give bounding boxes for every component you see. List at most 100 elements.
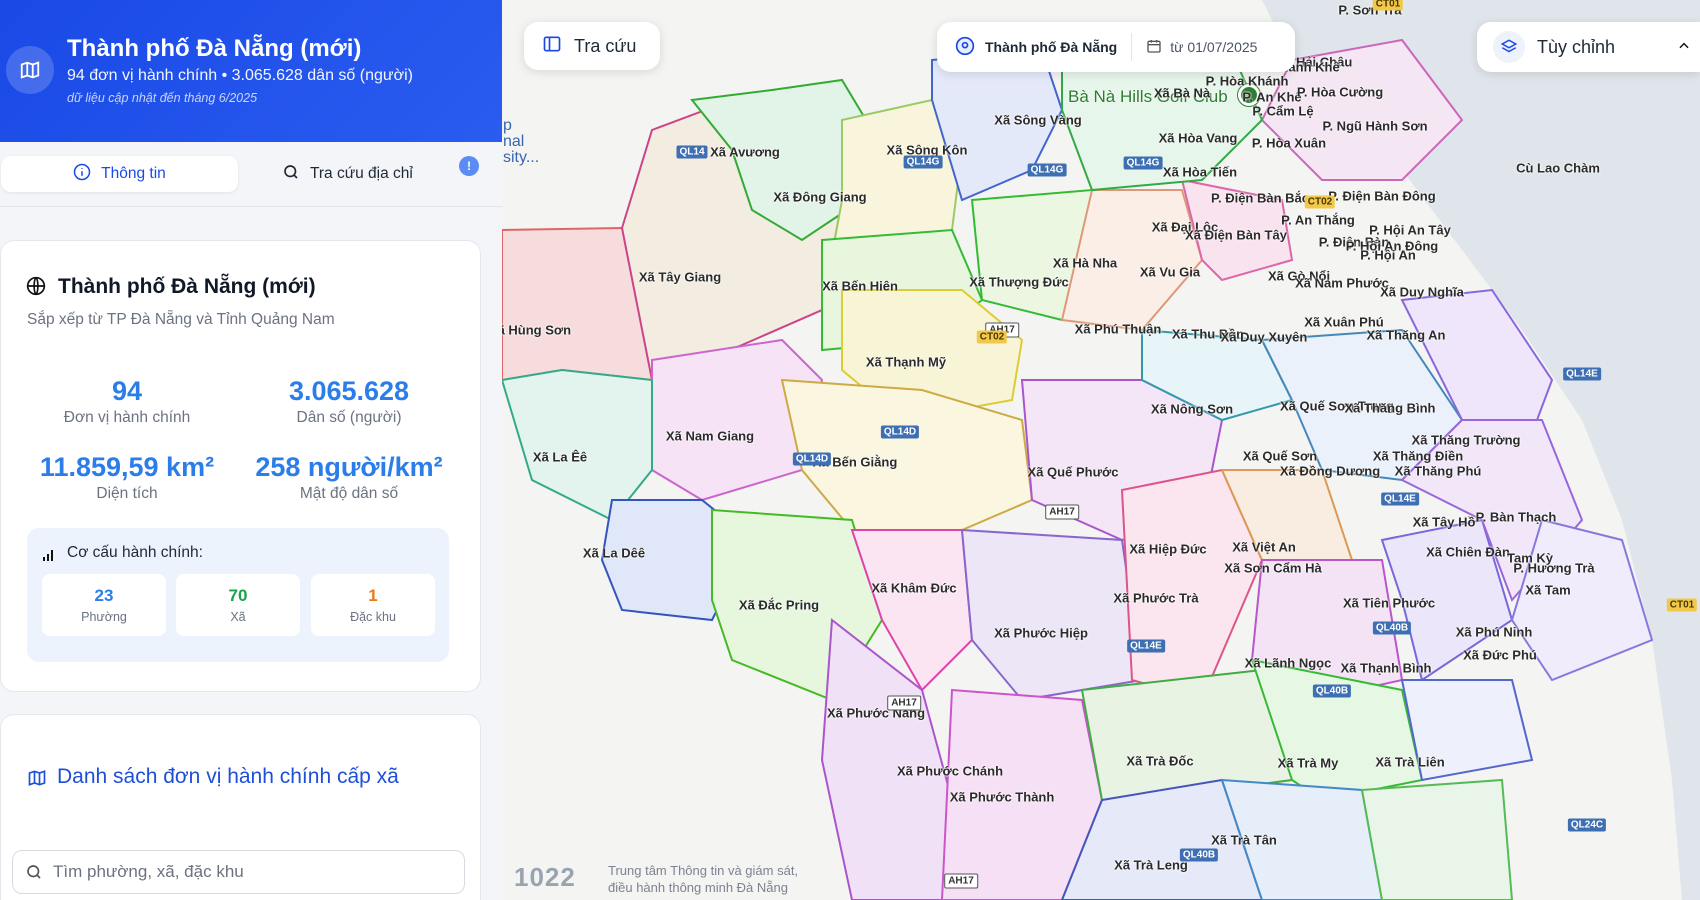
- commune-label[interactable]: Xã Việt An: [1232, 540, 1296, 555]
- chevron-up-icon[interactable]: [1677, 37, 1691, 58]
- commune-label[interactable]: Xã Avương: [710, 145, 780, 160]
- road-marker: CT02: [976, 330, 1008, 344]
- commune-label[interactable]: Xã Tiên Phước: [1343, 596, 1435, 611]
- structure-label: Phường: [81, 610, 127, 624]
- road-marker: QL14D: [880, 425, 920, 439]
- commune-label[interactable]: Xã Thạnh Bình: [1341, 661, 1432, 676]
- commune-label[interactable]: Xã Thăng Phú: [1395, 464, 1482, 479]
- commune-label[interactable]: P. Bàn Thạch: [1476, 510, 1557, 525]
- commune-label[interactable]: Xã Lãnh Ngọc: [1245, 656, 1332, 671]
- lookup-toggle-button[interactable]: Tra cứu: [524, 22, 660, 70]
- map-edge-text: p nal sity...: [503, 118, 539, 166]
- date-label[interactable]: từ 01/07/2025: [1170, 39, 1257, 55]
- list-title[interactable]: Danh sách đơn vị hành chính cấp xã: [57, 765, 399, 789]
- commune-label[interactable]: Xã Trà Đốc: [1126, 754, 1193, 769]
- commune-label[interactable]: P. Hòa Xuân: [1252, 136, 1326, 151]
- location-label[interactable]: Thành phố Đà Nẵng: [985, 39, 1117, 55]
- commune-label[interactable]: P. Hội An: [1360, 248, 1416, 263]
- commune-label[interactable]: Xã Thăng An: [1367, 328, 1446, 343]
- layers-icon: [1493, 31, 1525, 63]
- commune-label[interactable]: P. Điện Bàn Bắc: [1211, 191, 1309, 206]
- commune-label[interactable]: Xã Trà My: [1278, 756, 1339, 771]
- sidebar: Thành phố Đà Nẵng (mới) 94 đơn vị hành c…: [0, 0, 502, 900]
- road-marker: QL14D: [792, 452, 832, 466]
- commune-label[interactable]: Xã Đồng Dương: [1280, 464, 1380, 479]
- commune-label[interactable]: P. Cẩm Lệ: [1252, 104, 1313, 119]
- commune-label[interactable]: Xã Sông Vàng: [994, 113, 1081, 128]
- stat-units: 94 Đơn vị hành chính: [22, 376, 232, 427]
- commune-label[interactable]: P. An Thắng: [1281, 213, 1355, 228]
- notice-badge[interactable]: !: [459, 156, 479, 176]
- commune-label[interactable]: Xã Nam Giang: [666, 429, 754, 444]
- commune-label[interactable]: Xã Quế Phước: [1028, 465, 1119, 480]
- commune-label[interactable]: Xã Hòa Vang: [1159, 131, 1238, 146]
- commune-label[interactable]: Xã Thăng Trường: [1412, 433, 1521, 448]
- commune-label[interactable]: Xã Tây Giang: [639, 270, 721, 285]
- commune-label[interactable]: Xã Thạnh Mỹ: [866, 355, 946, 370]
- commune-label[interactable]: P. An Khê: [1242, 90, 1301, 105]
- commune-label[interactable]: Xã Trà Leng: [1114, 858, 1188, 873]
- commune-label[interactable]: Xã Thượng Đức: [969, 275, 1069, 290]
- commune-label[interactable]: Xã Tam: [1525, 583, 1570, 598]
- commune-label[interactable]: Cù Lao Chàm: [1516, 161, 1600, 176]
- commune-label[interactable]: Xã Hà Nha: [1053, 256, 1117, 271]
- stat-population: 3.065.628 Dân số (người): [244, 376, 454, 427]
- commune-label[interactable]: Xã Quế Sơn: [1243, 449, 1317, 464]
- commune-label[interactable]: Xã Hùng Sơn: [502, 323, 571, 338]
- commune-label[interactable]: Xã Phước Thành: [950, 790, 1055, 805]
- footer-text: Trung tâm Thông tin và giám sát, điều hà…: [608, 862, 798, 896]
- commune-label[interactable]: P. Hội An Tây: [1369, 223, 1451, 238]
- commune-label[interactable]: Xã Đức Phú: [1463, 648, 1537, 663]
- commune-label[interactable]: Xã Phước Hiệp: [994, 626, 1088, 641]
- edge-line: nal: [503, 133, 525, 150]
- map-icon: [6, 46, 54, 94]
- commune-label[interactable]: Xã Trà Liên: [1375, 755, 1444, 770]
- commune-label[interactable]: Xã Phú Thuận: [1075, 322, 1162, 337]
- commune-label[interactable]: Xã Đông Giang: [773, 190, 866, 205]
- commune-label[interactable]: Xã Vu Gia: [1140, 265, 1200, 280]
- commune-label[interactable]: Xã Duy Nghĩa: [1380, 285, 1464, 300]
- edge-line: sity...: [503, 149, 540, 166]
- commune-label[interactable]: Xã Sơn Cẩm Hà: [1224, 561, 1321, 576]
- commune-label[interactable]: P. Ngũ Hành Sơn: [1322, 119, 1427, 134]
- commune-label[interactable]: Xã Phước Chánh: [897, 764, 1003, 779]
- commune-search[interactable]: [12, 850, 465, 894]
- road-marker: AH17: [1045, 504, 1079, 520]
- structure-label: Xã: [230, 610, 246, 624]
- commune-label[interactable]: Xã Nam Phước: [1295, 276, 1389, 291]
- commune-label[interactable]: Xã Bến Hiên: [822, 279, 898, 294]
- map-canvas[interactable]: p nal sity... Bà Nà Hills Golf Club Xã A…: [502, 0, 1700, 900]
- commune-label[interactable]: Xã Tây Hồ: [1413, 515, 1476, 530]
- hero-header: Thành phố Đà Nẵng (mới) 94 đơn vị hành c…: [0, 0, 502, 142]
- tab-lookup[interactable]: Tra cứu địa chỉ: [282, 156, 413, 192]
- tab-info[interactable]: Thông tin: [1, 156, 238, 192]
- commune-label[interactable]: Xã Điện Bàn Tây: [1185, 228, 1287, 243]
- location-date-bar[interactable]: Thành phố Đà Nẵng từ 01/07/2025: [937, 22, 1295, 72]
- commune-label[interactable]: P. Hương Trà: [1513, 561, 1594, 576]
- commune-label[interactable]: Xã La Êê: [533, 450, 587, 465]
- commune-label[interactable]: Xã Hòa Tiến: [1163, 165, 1237, 180]
- commune-label[interactable]: P. Hòa Khánh: [1206, 74, 1289, 89]
- search-icon: [282, 163, 300, 186]
- commune-label[interactable]: Xã Trà Tân: [1211, 833, 1277, 848]
- search-input[interactable]: [53, 851, 453, 893]
- commune-label[interactable]: Xã Duy Xuyên: [1221, 330, 1308, 345]
- commune-label[interactable]: Xã Chiên Đàn: [1426, 545, 1510, 560]
- commune-label[interactable]: Xã Khâm Đức: [871, 581, 956, 596]
- road-marker: AH17: [944, 873, 978, 889]
- commune-label[interactable]: Xã Bà Nà: [1154, 86, 1210, 101]
- commune-label[interactable]: Xã Thăng Bình: [1345, 401, 1436, 416]
- commune-label[interactable]: Xã Phú Ninh: [1456, 625, 1533, 640]
- globe-icon: [26, 276, 46, 301]
- commune-label[interactable]: P. Hòa Cường: [1297, 85, 1383, 100]
- commune-label[interactable]: Xã Đắc Pring: [739, 598, 819, 613]
- road-marker: QL14E: [1381, 492, 1419, 506]
- commune-label[interactable]: Xã La Dêê: [583, 546, 645, 561]
- commune-label[interactable]: Xã Nông Sơn: [1151, 402, 1233, 417]
- commune-label[interactable]: Xã Thăng Điền: [1373, 449, 1463, 464]
- stat-value: 3.065.628: [288, 376, 410, 406]
- commune-label[interactable]: Xã Hiệp Đức: [1129, 542, 1206, 557]
- customize-button[interactable]: Tùy chỉnh: [1477, 22, 1700, 72]
- commune-label[interactable]: Xã Phước Trà: [1113, 591, 1198, 606]
- commune-label[interactable]: P. Điện Bàn Đông: [1328, 189, 1435, 204]
